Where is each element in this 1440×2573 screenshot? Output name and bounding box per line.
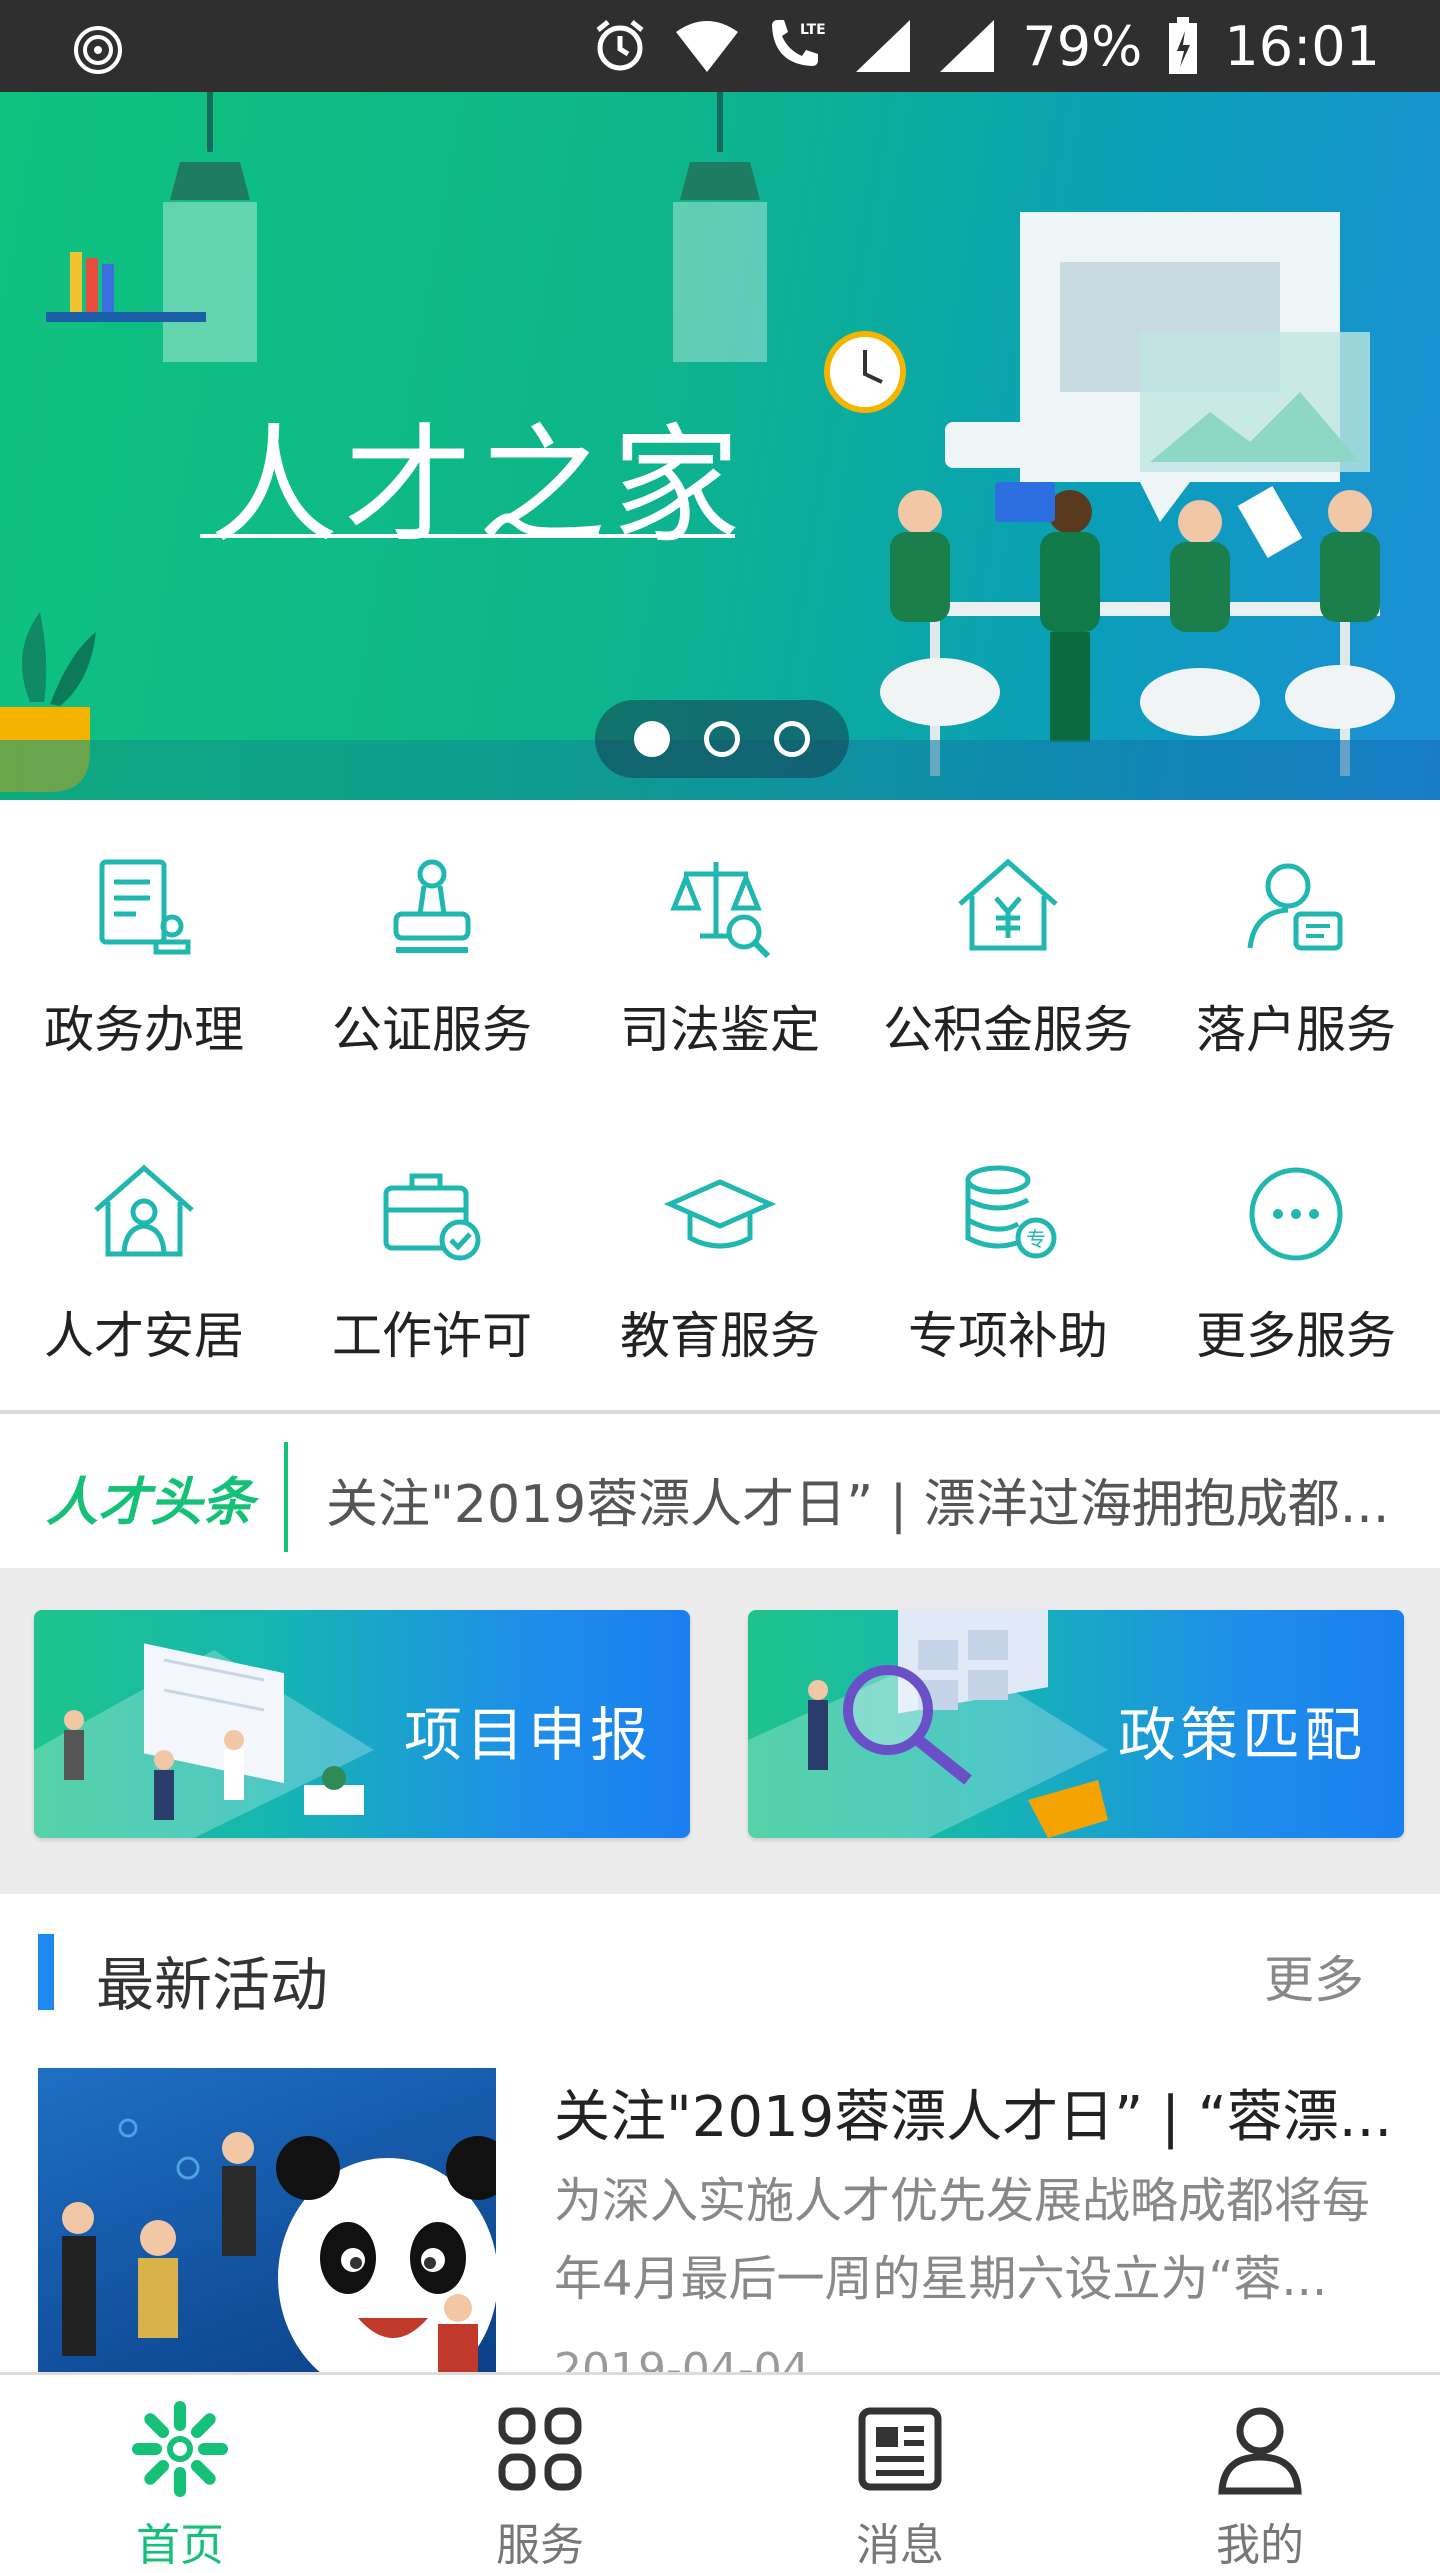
service-item-more[interactable]: 更多服务: [1152, 1154, 1440, 1368]
stamp-icon: [393, 859, 471, 953]
nav-label: 消息: [856, 2520, 944, 2571]
briefcase-check-icon: [383, 1173, 481, 1261]
promo-section: 项目申报 政策匹配: [0, 1568, 1440, 1894]
activity-description: 为深入实施人才优先发展战略成都将每年4月最后一周的星期六设立为“蓉...: [554, 2173, 1371, 2307]
service-item-settlement[interactable]: 落户服务: [1152, 848, 1440, 1062]
headline-ticker[interactable]: 人才头条 关注"2019蓉漂人才日” | 漂洋过海拥抱成都...: [0, 1414, 1440, 1568]
policy-illustration-icon: [748, 1610, 1108, 1838]
banner-carousel[interactable]: 人才之家: [0, 92, 1440, 800]
person-icon: [1218, 2407, 1302, 2495]
service-item-education[interactable]: 教育服务: [576, 1154, 864, 1368]
service-item-work-permit[interactable]: 工作许可: [288, 1154, 576, 1368]
nav-label: 服务: [496, 2520, 584, 2571]
service-item-notary[interactable]: 公证服务: [288, 848, 576, 1062]
project-illustration-icon: [34, 1643, 374, 1838]
wifi-icon: [676, 21, 739, 72]
panda-illustration-icon: [62, 2118, 496, 2378]
nav-label: 我的: [1216, 2520, 1304, 2571]
carousel-dot-3[interactable]: [774, 721, 810, 757]
house-yuan-icon: [958, 858, 1058, 951]
status-bar: LTE 79% 16:01: [0, 0, 1440, 92]
service-item-housing-fund[interactable]: 公积金服务: [864, 848, 1152, 1062]
section-accent-bar: [38, 1934, 54, 2010]
service-label: 人才安居: [44, 1307, 244, 1365]
carousel-dot-2[interactable]: [704, 721, 740, 757]
headline-text[interactable]: 关注"2019蓉漂人才日” | 漂洋过海拥抱成都...: [326, 1462, 1416, 1537]
promo-card-policy-match[interactable]: 政策匹配: [748, 1610, 1404, 1838]
headline-separator: [284, 1442, 288, 1552]
battery-charging-icon: [1169, 17, 1198, 74]
clock: 16:01: [1224, 14, 1380, 78]
battery-percent: 79%: [1022, 14, 1143, 78]
carousel-indicator: [595, 700, 849, 778]
nav-messages[interactable]: 消息: [720, 2375, 1080, 2571]
service-label: 司法鉴定: [620, 1001, 820, 1059]
banner-title-underline: [200, 534, 735, 538]
banner-title: 人才之家: [210, 412, 747, 561]
scale-search-icon: [670, 862, 771, 959]
graduation-cap-icon: [663, 1179, 777, 1249]
lte-call-icon: LTE: [772, 20, 826, 66]
more-link[interactable]: 更多: [1264, 1940, 1364, 2012]
activity-list-item[interactable]: 关注"2019蓉漂人才日” | “蓉漂... 为深入实施人才优先发展战略成都将每…: [0, 2054, 1440, 2395]
service-grid: 政务办理 公证服务 司法鉴定 公积金服务 落户服务 人才安居 工作许可 教育服务…: [0, 800, 1440, 1410]
headline-tag: 人才头条: [46, 1473, 255, 1533]
service-item-talent-housing[interactable]: 人才安居: [0, 1154, 288, 1368]
service-label: 更多服务: [1196, 1307, 1396, 1365]
latest-activities-header: 最新活动 更多: [0, 1894, 1440, 2054]
person-card-icon: [1247, 863, 1343, 951]
carousel-dot-1[interactable]: [634, 721, 670, 757]
document-stamp-icon: [99, 859, 191, 955]
promo-card-project-application[interactable]: 项目申报: [34, 1610, 690, 1838]
service-label: 专项补助: [908, 1307, 1108, 1365]
service-label: 工作许可: [332, 1307, 532, 1365]
nav-home[interactable]: 首页: [0, 2375, 360, 2571]
service-label: 公证服务: [332, 1001, 532, 1059]
more-icon: [1249, 1167, 1343, 1261]
home-logo-icon: [132, 2401, 228, 2497]
service-label: 教育服务: [620, 1307, 820, 1365]
activity-thumbnail: [38, 2068, 496, 2378]
promo-label: 政策匹配: [1118, 1701, 1367, 1769]
svg-text:专: 专: [1026, 1227, 1046, 1251]
service-label: 政务办理: [44, 1001, 244, 1059]
service-item-gov-affairs[interactable]: 政务办理: [0, 848, 288, 1062]
house-person-icon: [94, 1164, 194, 1257]
signal-2-icon: [940, 20, 995, 72]
lte-label: LTE: [800, 22, 826, 38]
nav-profile[interactable]: 我的: [1080, 2375, 1440, 2571]
grid-icon: [498, 2407, 582, 2491]
app-notification-icon: [74, 26, 122, 74]
service-label: 公积金服务: [883, 1001, 1133, 1059]
signal-icon: [856, 20, 911, 72]
service-item-subsidy[interactable]: 专 专项补助: [864, 1154, 1152, 1368]
alarm-icon: [596, 20, 644, 71]
coins-icon: 专: [965, 1165, 1057, 1259]
activity-title: 关注"2019蓉漂人才日” | “蓉漂...: [554, 2085, 1393, 2150]
promo-label: 项目申报: [404, 1701, 653, 1769]
nav-services[interactable]: 服务: [360, 2375, 720, 2571]
news-icon: [858, 2407, 942, 2491]
service-label: 落户服务: [1196, 1001, 1396, 1059]
service-item-judicial[interactable]: 司法鉴定: [576, 848, 864, 1062]
bottom-navigation: 首页 服务 消息 我的: [0, 2372, 1440, 2571]
section-title: 最新活动: [96, 1951, 329, 2019]
nav-label: 首页: [136, 2520, 224, 2571]
